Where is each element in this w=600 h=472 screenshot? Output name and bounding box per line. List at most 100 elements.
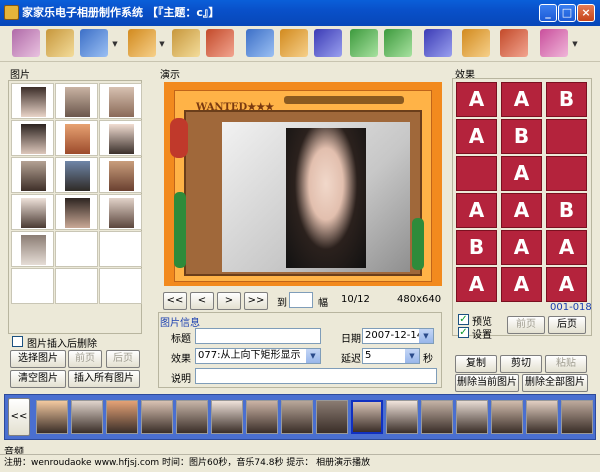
open-album-icon[interactable]: [46, 29, 74, 57]
picture-slot-empty[interactable]: [55, 231, 98, 267]
delete-current-picture-button[interactable]: 删除当前图片: [455, 374, 519, 392]
effect-tile[interactable]: A: [501, 230, 542, 265]
delete-album-icon[interactable]: [206, 29, 234, 57]
effect-tile[interactable]: [546, 156, 587, 191]
filmstrip-scroll-left-button[interactable]: <<: [8, 398, 30, 436]
music-icon[interactable]: [314, 29, 342, 57]
filmstrip-frame[interactable]: [526, 400, 558, 434]
filmstrip-frame[interactable]: [71, 400, 103, 434]
frame-icon[interactable]: [280, 29, 308, 57]
picture-slot-empty[interactable]: [99, 268, 142, 304]
date-picker[interactable]: 2007-12-14 ▼: [362, 328, 434, 344]
goto-frame-input[interactable]: [289, 292, 313, 308]
theme-dropdown-icon[interactable]: ▼: [571, 40, 579, 48]
filmstrip-frame[interactable]: [491, 400, 523, 434]
new-album-icon[interactable]: [12, 29, 40, 57]
effect-tile[interactable]: A: [501, 193, 542, 228]
export-dropdown-icon[interactable]: ▼: [158, 40, 166, 48]
search-icon[interactable]: [462, 29, 490, 57]
filmstrip-frame[interactable]: [316, 400, 348, 434]
effect-tile[interactable]: A: [501, 82, 542, 117]
preview-checkbox[interactable]: ✓: [458, 314, 469, 325]
filmstrip-frame[interactable]: [211, 400, 243, 434]
date-dropdown-icon[interactable]: ▼: [419, 329, 433, 343]
batch-import-icon[interactable]: [384, 29, 412, 57]
theme-icon[interactable]: [540, 29, 568, 57]
cut-button[interactable]: 剪切: [500, 355, 542, 373]
settings-checkbox[interactable]: ✓: [458, 327, 469, 338]
filmstrip-frame[interactable]: [281, 400, 313, 434]
paste-button[interactable]: 粘贴: [545, 355, 587, 373]
filmstrip-frame[interactable]: [176, 400, 208, 434]
pictures-prev-page-button[interactable]: 前页: [68, 350, 102, 368]
first-frame-button[interactable]: <<: [163, 292, 187, 310]
picture-thumb-2[interactable]: [55, 83, 98, 119]
effect-dropdown-icon[interactable]: ▼: [306, 349, 320, 363]
picture-thumb-9[interactable]: [99, 157, 142, 193]
picture-thumb-3[interactable]: [99, 83, 142, 119]
effect-tile[interactable]: B: [546, 193, 587, 228]
filmstrip-frame[interactable]: [106, 400, 138, 434]
picture-thumb-12[interactable]: [99, 194, 142, 230]
effects-next-page-button[interactable]: 后页: [548, 316, 586, 334]
filmstrip-frame[interactable]: [561, 400, 593, 434]
export-icon[interactable]: [128, 29, 156, 57]
copy-button[interactable]: 复制: [455, 355, 497, 373]
save-album-icon[interactable]: [80, 29, 108, 57]
effect-tile[interactable]: [546, 119, 587, 154]
filmstrip-frame[interactable]: [36, 400, 68, 434]
clear-pictures-button[interactable]: 清空图片: [10, 370, 66, 388]
close-button[interactable]: ×: [577, 4, 595, 22]
effect-tile[interactable]: A: [456, 119, 497, 154]
effects-prev-page-button[interactable]: 前页: [507, 316, 545, 334]
save-dropdown-icon[interactable]: ▼: [111, 40, 119, 48]
picture-thumb-6[interactable]: [99, 120, 142, 156]
effect-tile[interactable]: A: [546, 267, 587, 302]
filmstrip-frame[interactable]: [421, 400, 453, 434]
filmstrip-frame[interactable]: [456, 400, 488, 434]
picture-thumb-5[interactable]: [55, 120, 98, 156]
filmstrip-frame[interactable]: [141, 400, 173, 434]
effect-tile[interactable]: A: [456, 267, 497, 302]
effect-tile[interactable]: A: [501, 267, 542, 302]
palette-icon[interactable]: [500, 29, 528, 57]
delay-dropdown-icon[interactable]: ▼: [405, 349, 419, 363]
select-pictures-button[interactable]: 选择图片: [10, 350, 66, 368]
effect-tile[interactable]: B: [546, 82, 587, 117]
delete-after-insert-checkbox[interactable]: [12, 336, 23, 347]
description-input[interactable]: [195, 368, 437, 384]
publish-icon[interactable]: [172, 29, 200, 57]
filmstrip-frame[interactable]: [386, 400, 418, 434]
title-input[interactable]: [195, 328, 321, 344]
play-show-icon[interactable]: [424, 29, 452, 57]
background-image-icon[interactable]: [246, 29, 274, 57]
filmstrip-frame-selected[interactable]: [351, 400, 383, 434]
effect-tile[interactable]: A: [546, 230, 587, 265]
last-frame-button[interactable]: >>: [244, 292, 268, 310]
picture-thumb-10[interactable]: [11, 194, 54, 230]
effect-tile[interactable]: A: [456, 82, 497, 117]
picture-thumb-13[interactable]: [11, 231, 54, 267]
picture-slot-empty[interactable]: [55, 268, 98, 304]
picture-slot-empty[interactable]: [99, 231, 142, 267]
insert-all-pictures-button[interactable]: 插入所有图片: [68, 370, 140, 388]
minimize-button[interactable]: _: [539, 4, 557, 22]
effect-tile[interactable]: [456, 156, 497, 191]
maximize-button[interactable]: □: [558, 4, 576, 22]
effect-tile[interactable]: A: [456, 193, 497, 228]
picture-thumb-8[interactable]: [55, 157, 98, 193]
picture-thumb-7[interactable]: [11, 157, 54, 193]
next-frame-button[interactable]: >: [217, 292, 241, 310]
effect-tile[interactable]: B: [501, 119, 542, 154]
effect-select[interactable]: 077:从上向下矩形显示 ▼: [195, 348, 321, 364]
effect-tile[interactable]: B: [456, 230, 497, 265]
import-icon[interactable]: [350, 29, 378, 57]
prev-frame-button[interactable]: <: [190, 292, 214, 310]
pictures-next-page-button[interactable]: 后页: [106, 350, 140, 368]
effect-tile[interactable]: A: [501, 156, 542, 191]
filmstrip-frame[interactable]: [246, 400, 278, 434]
picture-thumb-4[interactable]: [11, 120, 54, 156]
picture-thumb-1[interactable]: [11, 83, 54, 119]
delay-select[interactable]: 5 ▼: [362, 348, 420, 364]
delete-all-pictures-button[interactable]: 删除全部图片: [522, 374, 588, 392]
